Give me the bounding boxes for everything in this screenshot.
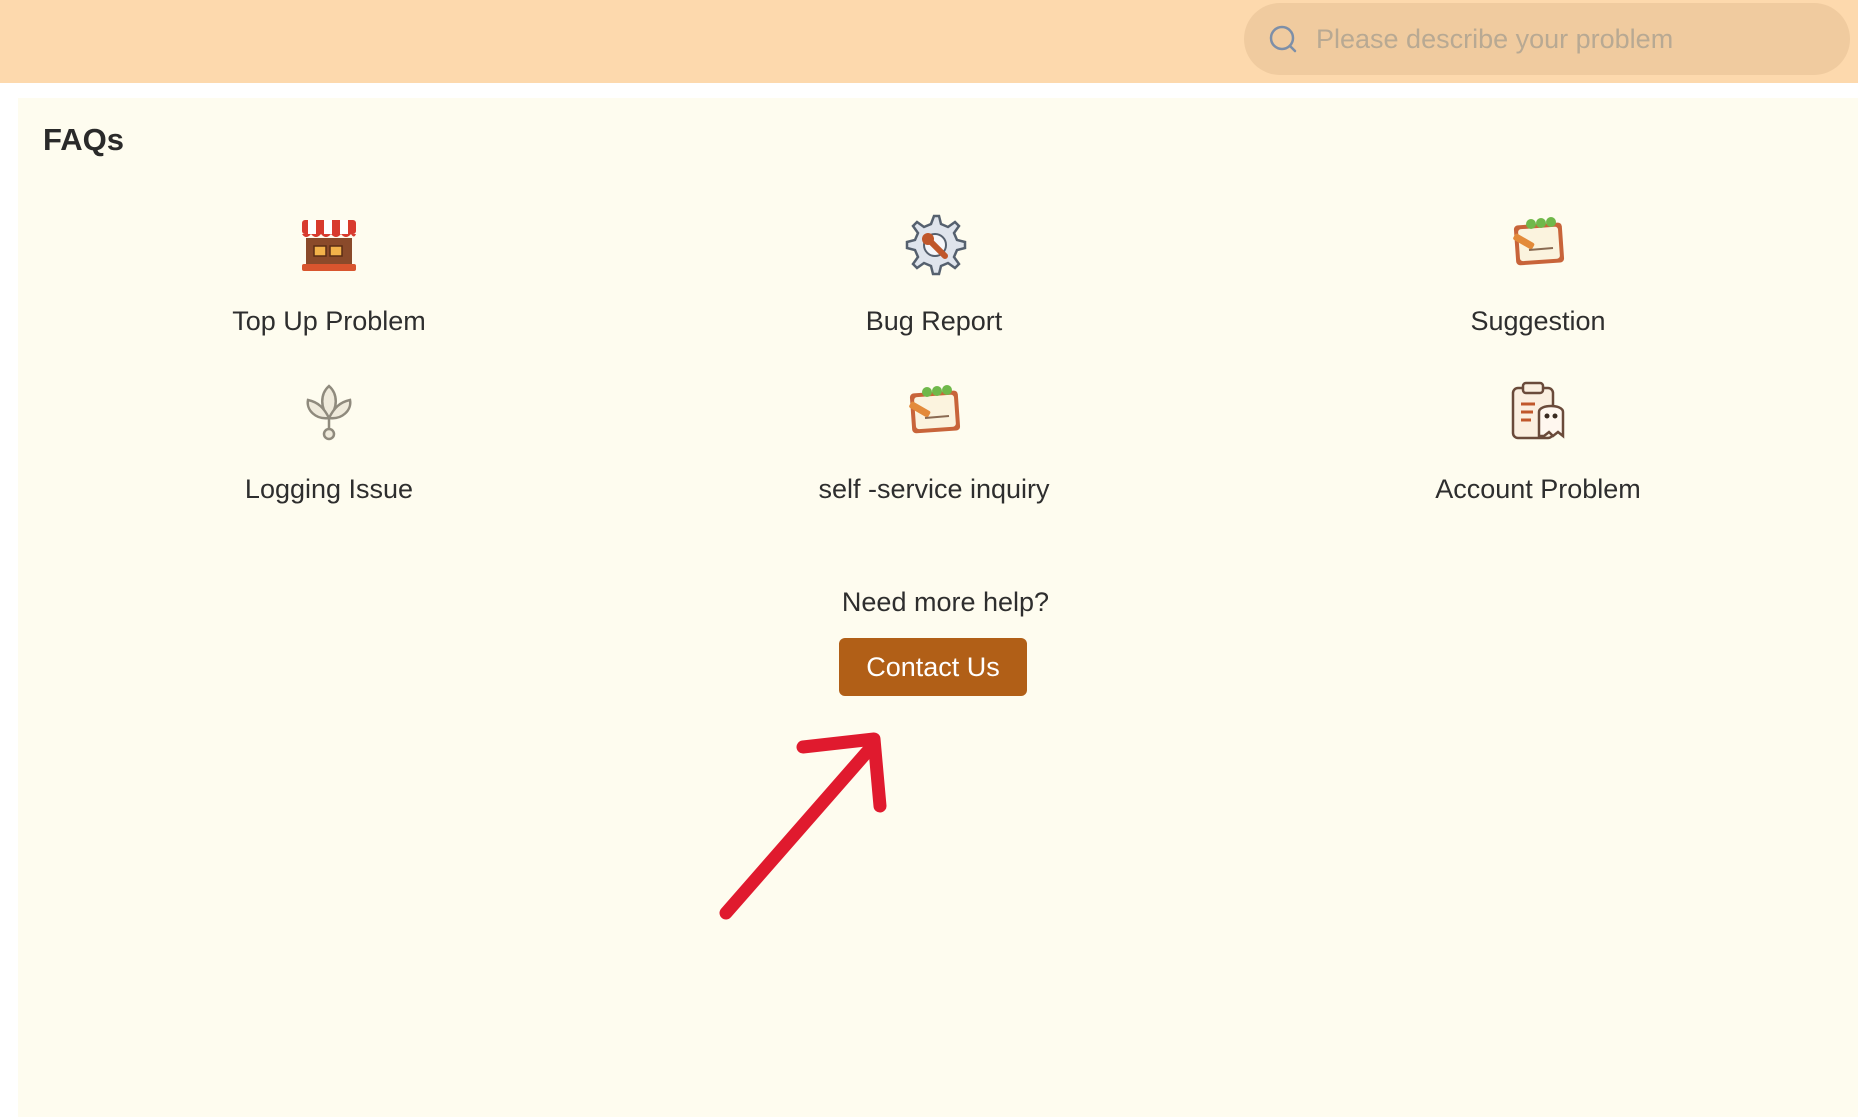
notepad-pencil-icon [1503, 210, 1573, 280]
faq-item-label: Bug Report [865, 306, 1003, 336]
faq-item-top-up-problem[interactable]: Top Up Problem [129, 210, 529, 360]
faq-item-label: Account Problem [1435, 474, 1641, 504]
clipboard-ghost-icon [1503, 378, 1573, 448]
contact-us-button[interactable]: Contact Us [839, 638, 1027, 696]
faq-item-label: Suggestion [1470, 306, 1606, 336]
gear-wrench-icon [899, 210, 969, 280]
faq-item-logging-issue[interactable]: Logging Issue [129, 378, 529, 528]
search-input[interactable] [1314, 9, 1834, 69]
faq-item-suggestion[interactable]: Suggestion [1338, 210, 1738, 360]
faq-item-label: Top Up Problem [232, 306, 426, 336]
shop-stall-icon [294, 210, 364, 280]
login-leaf-icon [294, 378, 364, 448]
search-icon [1266, 22, 1300, 56]
need-more-help-text: Need more help? [841, 587, 1050, 617]
faq-item-account-problem[interactable]: Account Problem [1338, 378, 1738, 528]
faq-item-label: self -service inquiry [818, 474, 1050, 504]
faqs-heading: FAQs [43, 122, 124, 157]
faq-panel: FAQs Top Up Problem Bug Report Suggestio… [18, 98, 1858, 1117]
top-header-bar [0, 0, 1858, 83]
faq-item-self-service-inquiry[interactable]: self -service inquiry [734, 378, 1134, 528]
notepad-pencil-icon [899, 378, 969, 448]
faq-item-bug-report[interactable]: Bug Report [734, 210, 1134, 360]
faq-item-label: Logging Issue [244, 474, 414, 504]
search-box[interactable] [1244, 3, 1850, 75]
